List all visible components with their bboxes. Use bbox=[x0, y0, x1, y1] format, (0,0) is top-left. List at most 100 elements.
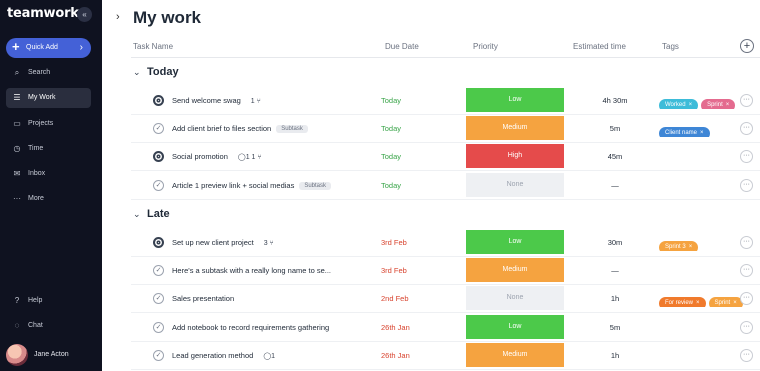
complete-checkbox[interactable]: ✓ bbox=[153, 350, 164, 361]
due-date[interactable]: 26th Jan bbox=[381, 351, 410, 360]
due-date[interactable]: Today bbox=[381, 181, 401, 190]
task-row[interactable]: ✓ Sales presentation 2nd Feb None 1h For revi… bbox=[131, 284, 760, 313]
row-options-button[interactable]: ··· bbox=[740, 236, 753, 249]
column-header-task-name[interactable]: Task Name bbox=[133, 42, 173, 51]
due-date[interactable]: 3rd Feb bbox=[381, 266, 407, 275]
priority-cell[interactable]: Medium bbox=[466, 258, 564, 282]
estimated-time[interactable]: 5m bbox=[587, 323, 643, 332]
due-date[interactable]: Today bbox=[381, 124, 401, 133]
task-name[interactable]: Set up new client project 3 ⑂ bbox=[172, 238, 274, 247]
remove-tag-icon[interactable]: × bbox=[689, 244, 693, 250]
task-progress-icon[interactable] bbox=[153, 95, 164, 106]
remove-tag-icon[interactable]: × bbox=[696, 300, 700, 306]
task-row[interactable]: ✓ Add notebook to record requirements gat… bbox=[131, 313, 760, 342]
due-date[interactable]: Today bbox=[381, 96, 401, 105]
estimated-time[interactable]: 1h bbox=[587, 351, 643, 360]
tag-pill[interactable]: Client name × bbox=[659, 127, 710, 137]
tag-pill[interactable]: Sprint 3 × bbox=[659, 241, 699, 251]
sidebar-item-search[interactable]: ⌕ Search bbox=[6, 63, 91, 83]
priority-cell[interactable]: High bbox=[466, 144, 564, 168]
complete-checkbox[interactable]: ✓ bbox=[153, 123, 164, 134]
row-options-button[interactable]: ··· bbox=[740, 122, 753, 135]
priority-cell[interactable]: Low bbox=[466, 230, 564, 254]
sidebar-item-inbox[interactable]: ✉ Inbox bbox=[6, 164, 91, 184]
sidebar-item-projects[interactable]: ▭ Projects bbox=[6, 114, 91, 134]
task-meta-counts: 1 ⑂ bbox=[250, 98, 261, 105]
task-row[interactable]: Send welcome swag 1 ⑂ Today Low 4h 30m Worked… bbox=[131, 86, 760, 115]
sidebar-item-time[interactable]: ◷ Time bbox=[6, 139, 91, 159]
sidebar-item-more[interactable]: ··· More bbox=[6, 189, 91, 209]
remove-tag-icon[interactable]: × bbox=[700, 130, 704, 136]
quick-add-button[interactable]: + Quick Add › bbox=[6, 38, 91, 58]
task-name-text: Set up new client project bbox=[172, 238, 254, 247]
column-header-priority[interactable]: Priority bbox=[473, 42, 498, 51]
priority-cell[interactable]: None bbox=[466, 173, 564, 197]
task-name[interactable]: Sales presentation bbox=[172, 294, 234, 303]
complete-checkbox[interactable]: ✓ bbox=[153, 265, 164, 276]
tag-pill[interactable]: Worked × bbox=[659, 99, 699, 109]
remove-tag-icon[interactable]: × bbox=[733, 300, 737, 306]
collapse-sidebar-button[interactable]: « bbox=[77, 7, 92, 22]
column-header-due-date[interactable]: Due Date bbox=[385, 42, 419, 51]
estimated-time[interactable]: — bbox=[587, 181, 643, 190]
sidebar-item-help[interactable]: ? Help bbox=[6, 291, 91, 311]
task-name[interactable]: Article 1 preview link + social medias Su… bbox=[172, 181, 332, 190]
chevron-right-icon[interactable]: › bbox=[116, 11, 120, 23]
due-date[interactable]: 3rd Feb bbox=[381, 238, 407, 247]
priority-cell[interactable]: Medium bbox=[466, 343, 564, 367]
remove-tag-icon[interactable]: × bbox=[689, 102, 693, 108]
task-name[interactable]: Add notebook to record requirements gath… bbox=[172, 323, 329, 332]
sidebar-item-chat[interactable]: ◌ Chat bbox=[6, 316, 91, 336]
complete-checkbox[interactable]: ✓ bbox=[153, 293, 164, 304]
due-date[interactable]: 26th Jan bbox=[381, 323, 410, 332]
task-row[interactable]: ✓ Article 1 preview link + social medias S… bbox=[131, 171, 760, 200]
estimated-time[interactable]: 4h 30m bbox=[587, 96, 643, 105]
column-header-tags[interactable]: Tags bbox=[662, 42, 679, 51]
due-date[interactable]: Today bbox=[381, 152, 401, 161]
tag-pill[interactable]: Sprint × bbox=[701, 99, 736, 109]
estimated-time[interactable]: 45m bbox=[587, 152, 643, 161]
row-options-button[interactable]: ··· bbox=[740, 349, 753, 362]
task-name[interactable]: Add client brief to files section Subtask bbox=[172, 124, 308, 133]
tag-pill[interactable]: Sprint × bbox=[708, 297, 743, 307]
row-options-button[interactable]: ··· bbox=[740, 292, 753, 305]
estimated-time[interactable]: 1h bbox=[587, 294, 643, 303]
task-row[interactable]: Social promotion ◯1 1 ⑂ Today High 45m ··· bbox=[131, 142, 760, 171]
complete-checkbox[interactable]: ✓ bbox=[153, 322, 164, 333]
priority-cell[interactable]: Medium bbox=[466, 116, 564, 140]
priority-cell[interactable]: Low bbox=[466, 88, 564, 112]
task-name[interactable]: Social promotion ◯1 1 ⑂ bbox=[172, 152, 262, 161]
task-row[interactable]: Set up new client project 3 ⑂ 3rd Feb Low 30… bbox=[131, 228, 760, 257]
row-options-button[interactable]: ··· bbox=[740, 264, 753, 277]
complete-checkbox[interactable]: ✓ bbox=[153, 180, 164, 191]
due-date[interactable]: 2nd Feb bbox=[381, 294, 409, 303]
row-options-button[interactable]: ··· bbox=[740, 150, 753, 163]
user-profile[interactable]: Jane Acton bbox=[6, 344, 96, 366]
sidebar-item-label: Chat bbox=[28, 322, 43, 329]
column-header-estimated-time[interactable]: Estimated time bbox=[573, 42, 626, 51]
tag-label: Worked bbox=[665, 102, 686, 108]
add-column-button[interactable]: + bbox=[740, 39, 754, 53]
more-dots-icon: ··· bbox=[13, 194, 21, 203]
estimated-time[interactable]: — bbox=[587, 266, 643, 275]
task-name[interactable]: Send welcome swag 1 ⑂ bbox=[172, 96, 261, 105]
sidebar-item-my-work[interactable]: ☰ My Work bbox=[6, 88, 91, 108]
task-name[interactable]: Here's a subtask with a really long name… bbox=[172, 266, 331, 275]
task-progress-icon[interactable] bbox=[153, 151, 164, 162]
group-label: Today bbox=[147, 66, 179, 78]
estimated-time[interactable]: 30m bbox=[587, 238, 643, 247]
estimated-time[interactable]: 5m bbox=[587, 124, 643, 133]
row-options-button[interactable]: ··· bbox=[740, 179, 753, 192]
task-row[interactable]: ✓ Lead generation method ◯1 26th Jan Medium 1… bbox=[131, 341, 760, 370]
priority-cell[interactable]: None bbox=[466, 286, 564, 310]
task-row[interactable]: ✓ Here's a subtask with a really long nam… bbox=[131, 256, 760, 285]
priority-cell[interactable]: Low bbox=[466, 315, 564, 339]
remove-tag-icon[interactable]: × bbox=[726, 102, 730, 108]
task-row[interactable]: ✓ Add client brief to files section Subtas… bbox=[131, 114, 760, 143]
tag-pill[interactable]: For review × bbox=[659, 297, 706, 307]
row-options-button[interactable]: ··· bbox=[740, 94, 753, 107]
task-name[interactable]: Lead generation method ◯1 bbox=[172, 351, 275, 360]
task-progress-icon[interactable] bbox=[153, 237, 164, 248]
row-options-button[interactable]: ··· bbox=[740, 321, 753, 334]
task-meta-counts: ◯1 bbox=[263, 353, 276, 360]
